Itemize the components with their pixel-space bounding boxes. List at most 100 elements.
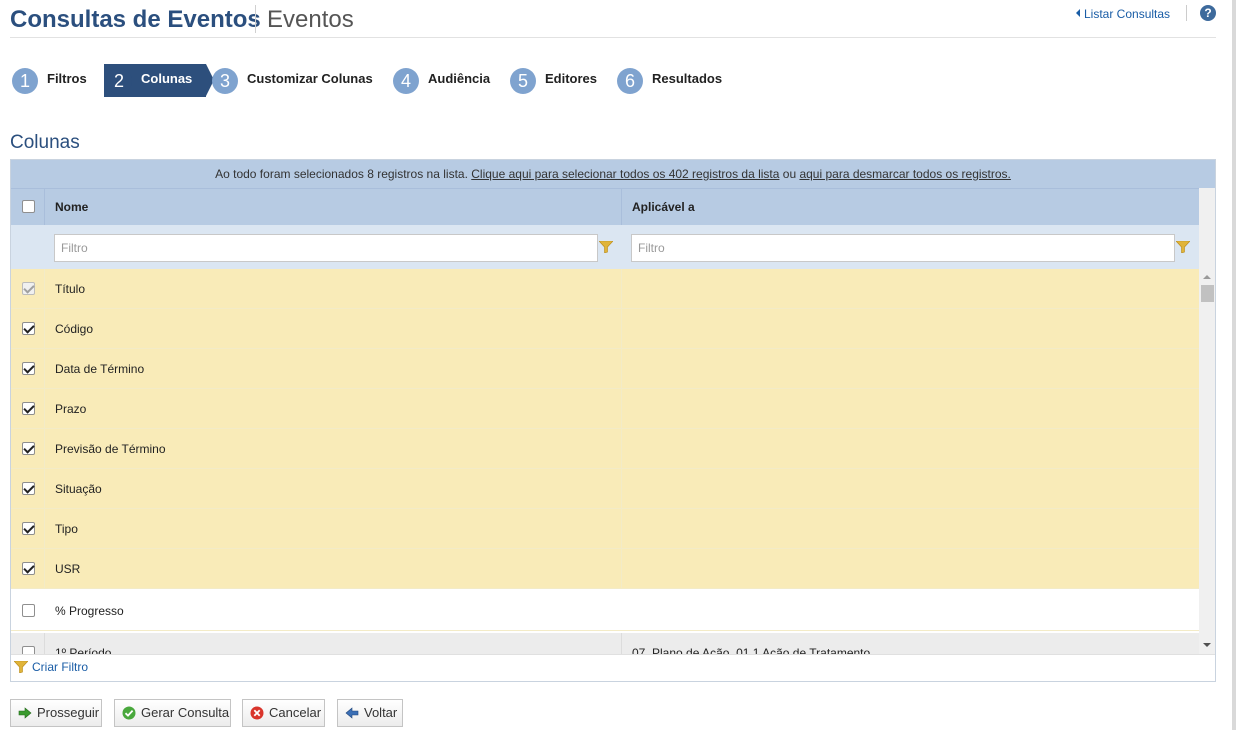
row-applicable xyxy=(622,349,1199,389)
row-check-cell xyxy=(11,309,45,349)
funnel-icon[interactable] xyxy=(1176,241,1190,253)
table-row[interactable]: Tipo xyxy=(11,509,1199,549)
row-applicable xyxy=(622,549,1199,589)
arrow-right-icon xyxy=(18,707,32,719)
row-name: 1º Período xyxy=(45,633,622,654)
row-applicable xyxy=(622,591,1199,631)
table-row[interactable]: Data de Término xyxy=(11,349,1199,389)
help-icon[interactable]: ? xyxy=(1200,5,1216,21)
cancel-button[interactable]: Cancelar xyxy=(242,699,325,727)
table-header: Nome Aplicável a xyxy=(11,188,1199,225)
step-number: 1 xyxy=(12,68,38,94)
page-header: Consultas de Eventos Eventos Listar Cons… xyxy=(10,0,1216,38)
table-row[interactable]: USR xyxy=(11,549,1199,589)
row-checkbox[interactable] xyxy=(22,322,35,335)
table-row[interactable]: Prazo xyxy=(11,389,1199,429)
filter-row xyxy=(11,225,1199,269)
row-applicable xyxy=(622,389,1199,429)
column-header-name[interactable]: Nome xyxy=(45,189,622,225)
table-row[interactable]: Situação xyxy=(11,469,1199,509)
back-button[interactable]: Voltar xyxy=(337,699,403,727)
step-number: 3 xyxy=(212,68,238,94)
step-label: Colunas xyxy=(141,71,193,86)
funnel-icon xyxy=(13,660,29,674)
row-name: Data de Término xyxy=(45,349,622,389)
row-check-cell xyxy=(11,591,45,631)
row-applicable: 07. Plano de Ação, 01.1 Ação de Tratamen… xyxy=(632,646,871,654)
row-check-cell xyxy=(11,469,45,509)
row-check-cell xyxy=(11,633,45,654)
header-check-cell xyxy=(11,189,45,225)
row-check-cell xyxy=(11,509,45,549)
columns-panel: Ao todo foram selecionados 8 registros n… xyxy=(10,159,1216,682)
page: Consultas de Eventos Eventos Listar Cons… xyxy=(0,0,1236,730)
row-applicable xyxy=(622,269,1199,309)
select-all-link[interactable]: Clique aqui para selecionar todos os 402… xyxy=(471,167,779,181)
row-name: Tipo xyxy=(45,509,622,549)
table-scrollbar[interactable] xyxy=(1199,188,1215,654)
table-row[interactable]: Código xyxy=(11,309,1199,349)
row-checkbox[interactable] xyxy=(22,402,35,415)
row-check-cell xyxy=(11,349,45,389)
row-name: Situação xyxy=(45,469,622,509)
column-header-applicable[interactable]: Aplicável a xyxy=(622,189,1199,225)
row-name: USR xyxy=(45,549,622,589)
table-row[interactable]: 1º Período 07. Plano de Ação, 01.1 Ação … xyxy=(11,633,1199,654)
caret-left-icon xyxy=(1076,9,1080,17)
selection-info-text: Ao todo foram selecionados 8 registros n… xyxy=(215,167,472,181)
row-checkbox[interactable] xyxy=(22,442,35,455)
row-applicable xyxy=(622,469,1199,509)
step-number: 4 xyxy=(393,68,419,94)
funnel-icon[interactable] xyxy=(599,241,613,253)
create-filter-link[interactable]: Criar Filtro xyxy=(13,660,88,674)
row-check-cell xyxy=(11,549,45,589)
step-label: Customizar Colunas xyxy=(247,71,373,86)
generate-query-label: Gerar Consulta xyxy=(141,705,230,720)
row-applicable xyxy=(622,509,1199,549)
page-title: Consultas de Eventos xyxy=(10,6,261,33)
step-colunas[interactable]: 2 Colunas xyxy=(104,64,214,97)
step-label: Resultados xyxy=(652,71,723,86)
cancel-label: Cancelar xyxy=(269,705,322,720)
row-name: Título xyxy=(45,269,622,309)
window-edge xyxy=(1232,0,1236,730)
row-applicable xyxy=(622,309,1199,349)
step-label: Audiência xyxy=(428,71,491,86)
name-filter-input[interactable] xyxy=(54,234,598,262)
table-row[interactable]: Título xyxy=(11,269,1199,309)
step-number: 5 xyxy=(510,68,536,94)
deselect-all-link[interactable]: aqui para desmarcar todos os registros. xyxy=(799,167,1010,181)
step-label: Filtros xyxy=(47,71,87,86)
row-check-cell xyxy=(11,389,45,429)
panel-footer: Criar Filtro xyxy=(11,654,1215,681)
arrow-left-icon xyxy=(345,707,359,719)
row-name: % Progresso xyxy=(55,604,124,618)
title-divider xyxy=(255,5,256,33)
generate-query-button[interactable]: Gerar Consulta xyxy=(114,699,231,727)
proceed-button[interactable]: Prosseguir xyxy=(10,699,102,727)
step-number: 6 xyxy=(617,68,643,94)
row-name: Prazo xyxy=(45,389,622,429)
row-applicable xyxy=(622,429,1199,469)
back-label: Voltar xyxy=(364,705,398,720)
select-all-checkbox[interactable] xyxy=(22,200,35,213)
row-checkbox[interactable] xyxy=(22,522,35,535)
list-queries-link[interactable]: Listar Consultas xyxy=(1076,7,1170,21)
table-row[interactable]: % Progresso xyxy=(11,591,1199,631)
row-checkbox[interactable] xyxy=(22,562,35,575)
row-checkbox[interactable] xyxy=(22,604,35,617)
row-checkbox[interactable] xyxy=(22,362,35,375)
selection-info-bar: Ao todo foram selecionados 8 registros n… xyxy=(11,160,1215,188)
wizard-steps: 1 Filtros 2 Colunas 3 Customizar Colunas… xyxy=(10,64,910,98)
table-row[interactable]: Previsão de Término xyxy=(11,429,1199,469)
row-checkbox[interactable] xyxy=(22,482,35,495)
row-name: Previsão de Término xyxy=(45,429,622,469)
applicable-filter-input[interactable] xyxy=(631,234,1175,262)
scroll-up-arrow-icon[interactable] xyxy=(1203,275,1211,279)
table-body: Título Código Data de Término Prazo Prev xyxy=(11,269,1199,654)
row-check-cell xyxy=(11,269,45,309)
row-checkbox[interactable] xyxy=(22,646,35,654)
scroll-thumb[interactable] xyxy=(1201,285,1214,302)
scroll-down-arrow-icon[interactable] xyxy=(1203,643,1211,647)
page-subtitle: Eventos xyxy=(267,6,354,33)
